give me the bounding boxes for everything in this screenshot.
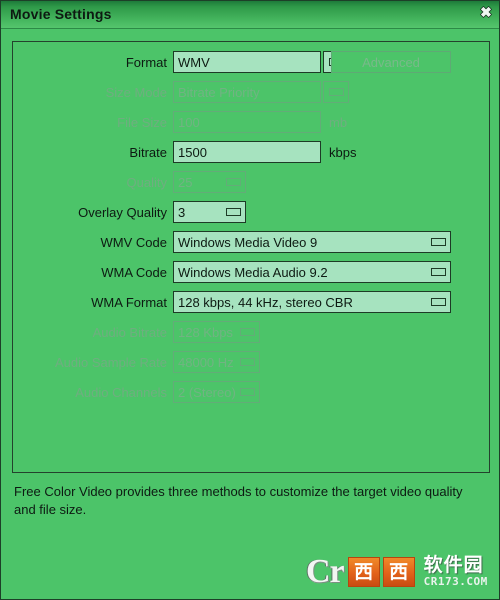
field-value: WMV [178,54,210,70]
form-row: Audio Channels 2 (Stereo) [1,379,499,409]
field-combo-inline: 128 Kbps [173,321,260,343]
field-value: 25 [178,174,193,190]
watermark-logo: Cr 西 西 软件园 CR173.COM [306,549,496,595]
field-combo-inline: 48000 Hz [173,351,260,373]
field-combo-split: Bitrate Priority [173,81,321,103]
form-row: Audio Bitrate 128 Kbps [1,319,499,349]
title-bar: Movie Settings ✖ [1,1,499,29]
watermark-box-2: 西 [382,557,415,587]
field-label: Bitrate [129,145,167,160]
dropdown-arrow-icon [240,358,255,366]
field-text[interactable]: 1500 [173,141,321,163]
field-label: Audio Bitrate [92,325,167,340]
field-label: WMV Code [100,235,167,250]
field-label: Format [125,55,167,70]
form-row: Overlay Quality 3 [1,199,499,229]
field-label: WMA Format [91,295,167,310]
field-label: File Size [117,115,167,130]
unit-label: mb [329,115,348,130]
field-combo-inline[interactable]: 3 [173,201,246,223]
field-combo-inline: 2 (Stereo) [173,381,260,403]
dropdown-arrow-icon[interactable] [431,268,446,276]
dropdown-arrow-icon [240,388,255,396]
help-note: Free Color Video provides three methods … [14,484,463,517]
close-icon[interactable]: ✖ [477,3,495,21]
dropdown-arrow-icon[interactable] [431,298,446,306]
field-value: 100 [178,114,200,130]
dropdown-arrow-icon [240,328,255,336]
field-label: Quality [126,175,167,190]
dropdown-arrow-icon [226,178,241,186]
form-row: Audio Sample Rate 48000 Hz [1,349,499,379]
form-row: WMA Code Windows Media Audio 9.2 [1,259,499,289]
field-value: 48000 Hz [178,354,234,370]
form-row: WMV Code Windows Media Video 9 [1,229,499,259]
watermark-cr-text: Cr [306,553,345,590]
watermark-chinese-text: 软件园 [423,553,484,576]
settings-form: Format WMV Advanced Size Mode Bitrate Priori… [1,49,499,409]
field-value: 2 (Stereo) [178,384,236,400]
field-value: Bitrate Priority [178,84,260,100]
form-row: Bitrate 1500 kbps [1,139,499,169]
field-value: 128 kbps, 44 kHz, stereo CBR [178,294,353,310]
unit-label: kbps [329,145,357,160]
field-text: 100 [173,111,321,133]
form-row: Quality 25 [1,169,499,199]
field-label: WMA Code [101,265,167,280]
window-title: Movie Settings [10,6,112,22]
movie-settings-window: Movie Settings ✖ Format WMV Advanced Size M… [0,0,500,600]
field-value: Windows Media Audio 9.2 [178,264,328,280]
watermark-box-1: 西 [347,557,380,587]
dropdown-button [323,81,349,103]
field-value: 1500 [178,144,207,160]
field-label: Audio Channels [75,385,167,400]
dropdown-arrow-icon[interactable] [226,208,241,216]
field-value: 3 [178,204,186,220]
field-value: 128 Kbps [178,324,233,340]
form-row: File Size 100 mb [1,109,499,139]
watermark-right: 软件园 CR173.COM [423,553,488,588]
field-label: Overlay Quality [78,205,167,220]
form-row: Format WMV Advanced [1,49,499,79]
form-row: WMA Format 128 kbps, 44 kHz, stereo CBR [1,289,499,319]
watermark-url-text: CR173.COM [423,574,488,588]
dropdown-arrow-icon [328,88,344,96]
field-combo-inline[interactable]: Windows Media Video 9 [173,231,451,253]
field-combo-inline[interactable]: Windows Media Audio 9.2 [173,261,451,283]
field-combo-inline[interactable]: 128 kbps, 44 kHz, stereo CBR [173,291,451,313]
advanced-button[interactable]: Advanced [331,51,451,73]
form-row: Size Mode Bitrate Priority [1,79,499,109]
field-combo-inline: 25 [173,171,246,193]
field-label: Audio Sample Rate [54,355,167,370]
dropdown-arrow-icon[interactable] [431,238,446,246]
field-combo-split[interactable]: WMV [173,51,321,73]
field-label: Size Mode [105,85,167,100]
field-value: Windows Media Video 9 [178,234,318,250]
